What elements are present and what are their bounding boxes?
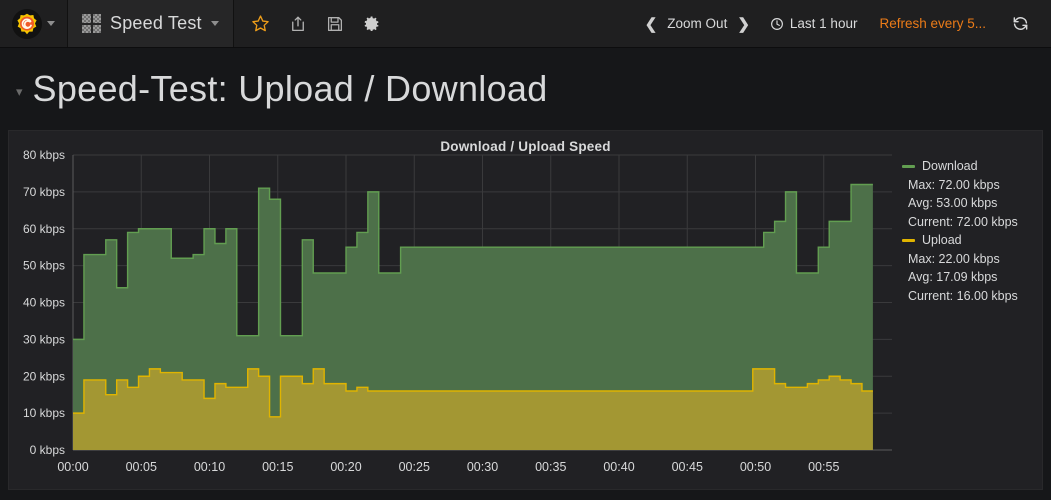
legend-item-download[interactable]: Download Max: 72.00 kbps Avg: 53.00 kbps… xyxy=(902,157,1038,231)
x-axis-tick-label: 00:20 xyxy=(330,460,361,474)
clock-icon xyxy=(770,17,784,31)
y-axis-tick-label: 40 kbps xyxy=(23,296,65,310)
y-axis-tick-label: 10 kbps xyxy=(23,406,65,420)
x-axis-tick-label: 00:15 xyxy=(262,460,293,474)
top-navbar: Speed Test ❮ Zoom Out ❯ Last 1 hour Refr… xyxy=(0,0,1051,48)
legend-label-upload[interactable]: Upload xyxy=(922,231,962,250)
x-axis-tick-label: 00:50 xyxy=(740,460,771,474)
grafana-home-button[interactable] xyxy=(0,0,68,47)
chevron-left-icon[interactable]: ❮ xyxy=(645,15,658,33)
legend-item-upload[interactable]: Upload Max: 22.00 kbps Avg: 17.09 kbps C… xyxy=(902,231,1038,305)
legend-avg-upload: Avg: 17.09 kbps xyxy=(908,270,998,284)
dashboard-name: Speed Test xyxy=(110,13,202,33)
page-title: Speed-Test: Upload / Download xyxy=(32,68,548,109)
zoom-out-control[interactable]: ❮ Zoom Out ❯ xyxy=(637,15,758,33)
chevron-right-icon[interactable]: ❯ xyxy=(737,15,750,33)
time-range-picker[interactable]: Last 1 hour xyxy=(760,16,868,31)
dashboard-picker[interactable]: Speed Test xyxy=(68,0,234,47)
dashboard-grid-icon xyxy=(82,14,101,33)
time-controls: ❮ Zoom Out ❯ Last 1 hour Refresh every 5… xyxy=(637,0,1051,47)
zoom-out-label[interactable]: Zoom Out xyxy=(667,16,727,31)
dashboard-actions xyxy=(234,0,399,47)
legend-max-upload: Max: 22.00 kbps xyxy=(908,251,1000,266)
x-axis-tick-label: 00:00 xyxy=(57,460,88,474)
y-axis-tick-label: 50 kbps xyxy=(23,259,65,273)
legend-current-upload: Current: 16.00 kbps xyxy=(908,288,1018,303)
dashboard-row-header[interactable]: ▾ Speed-Test: Upload / Download xyxy=(0,48,1051,130)
refresh-interval-label[interactable]: Refresh every 5... xyxy=(869,16,996,31)
legend-swatch-download xyxy=(902,164,915,168)
graph-panel: Download / Upload Speed 0 kbps 10 kbps 20 … xyxy=(8,130,1043,490)
y-axis-tick-label: 20 kbps xyxy=(23,369,65,383)
x-axis-tick-label: 00:55 xyxy=(808,460,839,474)
star-icon[interactable] xyxy=(244,0,278,48)
x-axis-tick-label: 00:25 xyxy=(399,460,430,474)
chevron-down-icon[interactable]: ▾ xyxy=(16,84,23,100)
x-axis-tick-label: 00:45 xyxy=(672,460,703,474)
chart-canvas[interactable]: 0 kbps 10 kbps 20 kbps 30 kbps 40 kbps 50 kbp… xyxy=(9,131,1044,489)
share-icon[interactable] xyxy=(281,0,315,48)
y-axis-tick-label: 70 kbps xyxy=(23,185,65,199)
time-range-label[interactable]: Last 1 hour xyxy=(790,16,858,31)
y-axis-tick-label: 0 kbps xyxy=(30,443,65,457)
refresh-icon[interactable] xyxy=(998,15,1039,32)
y-axis-tick-label: 60 kbps xyxy=(23,222,65,236)
x-axis-tick-label: 00:10 xyxy=(194,460,225,474)
y-axis-tick-label: 80 kbps xyxy=(23,148,65,162)
legend-swatch-upload xyxy=(902,238,915,242)
caret-down-icon[interactable] xyxy=(210,21,219,26)
legend-label-download[interactable]: Download xyxy=(922,157,978,176)
x-axis-tick-label: 00:30 xyxy=(467,460,498,474)
x-axis-tick-label: 00:05 xyxy=(126,460,157,474)
x-axis-tick-label: 00:35 xyxy=(535,460,566,474)
save-icon[interactable] xyxy=(318,0,352,48)
caret-down-icon[interactable] xyxy=(47,21,55,26)
y-axis-tick-label: 30 kbps xyxy=(23,332,65,346)
legend-avg-download: Avg: 53.00 kbps xyxy=(908,196,998,210)
x-axis-tick-label: 00:40 xyxy=(603,460,634,474)
chart-legend: Download Max: 72.00 kbps Avg: 53.00 kbps… xyxy=(902,157,1038,305)
legend-max-download: Max: 72.00 kbps xyxy=(908,177,1000,192)
grafana-logo-icon[interactable] xyxy=(12,8,42,39)
legend-current-download: Current: 72.00 kbps xyxy=(908,214,1018,229)
plot-area[interactable]: 0 kbps 10 kbps 20 kbps 30 kbps 40 kbps 50 kbp… xyxy=(9,131,1042,489)
gear-icon[interactable] xyxy=(355,0,389,48)
